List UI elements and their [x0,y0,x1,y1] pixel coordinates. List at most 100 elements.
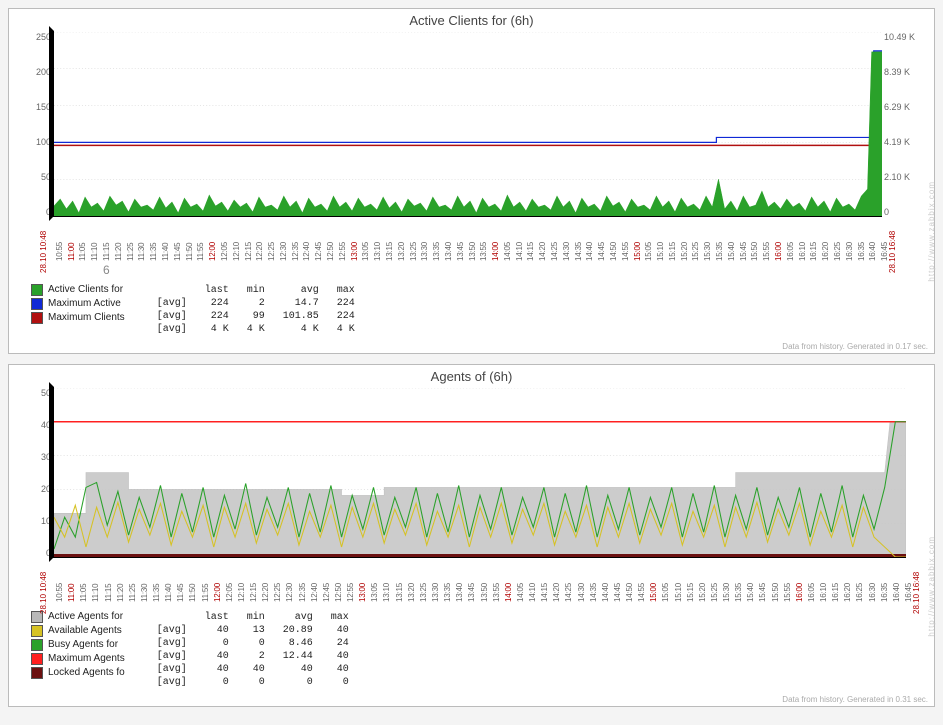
x-tick: 15:30 [703,242,712,261]
y-tick: 150 [15,102,51,112]
x-tick: 15:10 [656,242,665,261]
x-tick: 15:15 [686,583,695,602]
x-tick: 13:30 [431,583,440,602]
legend-swatch [31,653,43,665]
stats-cell: 2 [239,298,273,309]
x-tick: 13:05 [361,242,370,261]
legend-block: Active Clients forMaximum ActiveMaximum … [31,283,930,337]
x-tick: 13:10 [382,583,391,602]
legend-label: Maximum Agents [48,652,125,666]
x-tick: 12:50 [334,583,343,602]
chart-panel-active-clients: http://www.zabbix.com Active Clients for… [8,8,935,354]
x-tick: 16:10 [798,242,807,261]
x-tick: 12:25 [267,242,276,261]
x-tick: 16:10 [819,583,828,602]
x-tick: 15:55 [783,583,792,602]
x-tick: 15:20 [680,242,689,261]
x-tick: 15:25 [710,583,719,602]
stats-cell: [avg] [149,651,195,662]
x-tick: 11:15 [102,243,111,261]
x-tick: 12:50 [326,242,335,261]
stats-cell: 40 [239,664,273,675]
y-tick: 8.39 K [884,67,928,77]
x-tick: 16:30 [868,583,877,602]
x-tick: 12:05 [220,242,229,261]
x-tick: 14:45 [613,583,622,602]
legend-row: Maximum Clients [31,311,125,325]
y-tick: 0 [15,207,51,217]
stats-cell: 40 [275,664,321,675]
x-tick: 13:15 [385,242,394,261]
stats-cell: 4 K [239,324,273,335]
x-tick: 13:05 [370,583,379,602]
stats-cell: 40 [197,664,237,675]
x-tick: 14:15 [540,583,549,602]
chart-panel-agents: http://www.zabbix.com Agents of (6h) 504… [8,364,935,707]
plot-row: 250200150100500 10.49 K8.39 [13,32,930,217]
x-tick: 10:55 [55,242,64,261]
stats-header-cell: min [239,285,273,296]
y-tick: 250 [15,32,51,42]
x-tick: 13:40 [444,242,453,261]
x-tick: 12:55 [338,242,347,261]
x-tick: 13:30 [420,242,429,261]
x-tick: 16:15 [831,583,840,602]
x-tick: 14:40 [601,583,610,602]
stats-header-cell: avg [275,285,327,296]
x-tick: 12:40 [302,242,311,261]
stats-cell: [avg] [149,298,195,309]
footer-note: Data from history. Generated in 0.17 sec… [782,342,928,351]
stats-cell: 224 [197,311,237,322]
legend-label: Locked Agents fo [48,666,125,680]
x-tick: 13:25 [419,583,428,602]
legend-swatch [31,639,43,651]
x-tick: 15:30 [722,583,731,602]
x-tick: 11:30 [137,243,146,261]
stats-cell: 24 [323,638,357,649]
x-tick: 15:10 [674,583,683,602]
legend-label: Available Agents [48,624,122,638]
x-tick: 12:05 [225,583,234,602]
x-tick: 13:40 [455,583,464,602]
stats-cell: [avg] [149,625,195,636]
x-tick: 13:35 [443,583,452,602]
x-tick: 11:15 [104,584,113,602]
watermark: http://www.zabbix.com [928,536,937,637]
x-tick: 13:20 [407,583,416,602]
x-tick: 14:35 [589,583,598,602]
stats-cell: 0 [239,638,273,649]
stats-cell: 40 [323,625,357,636]
stats-header-cell [149,285,195,296]
x-axis: 28.10 10:48 28.10 16:48 10:5511:0011:051… [49,217,886,263]
x-tick: 14:10 [515,242,524,261]
x-tick: 15:40 [727,242,736,261]
stats-cell: 224 [329,311,363,322]
x-tick: 15:35 [734,583,743,602]
x-tick: 14:05 [503,242,512,261]
stats-cell: 2 [239,651,273,662]
x-tick: 12:25 [273,583,282,602]
x-tick: 11:40 [161,243,170,261]
y-tick: 4.19 K [884,137,928,147]
x-tick: 16:00 [795,583,804,602]
x-tick: 13:00 [350,242,359,261]
x-tick: 16:35 [880,583,889,602]
x-tick: 14:30 [577,583,586,602]
legend-label: Maximum Clients [48,311,125,325]
x-tick: 11:55 [201,584,210,602]
x-tick: 16:20 [843,583,852,602]
x-tick: 12:10 [237,583,246,602]
legend-row: Maximum Active [31,297,125,311]
x-tick: 14:00 [504,583,513,602]
x-tick: 15:55 [762,242,771,261]
number-below-axis: 6 [103,263,930,277]
x-tick: 14:45 [597,242,606,261]
x-end-label: 28.10 16:48 [888,231,897,273]
x-tick: 16:40 [892,583,901,602]
x-tick: 16:35 [857,242,866,261]
x-tick: 14:50 [625,583,634,602]
stats-cell: 0 [239,677,273,688]
x-tick: 11:20 [114,243,123,261]
x-tick: 14:55 [637,583,646,602]
x-tick: 11:25 [126,243,135,261]
